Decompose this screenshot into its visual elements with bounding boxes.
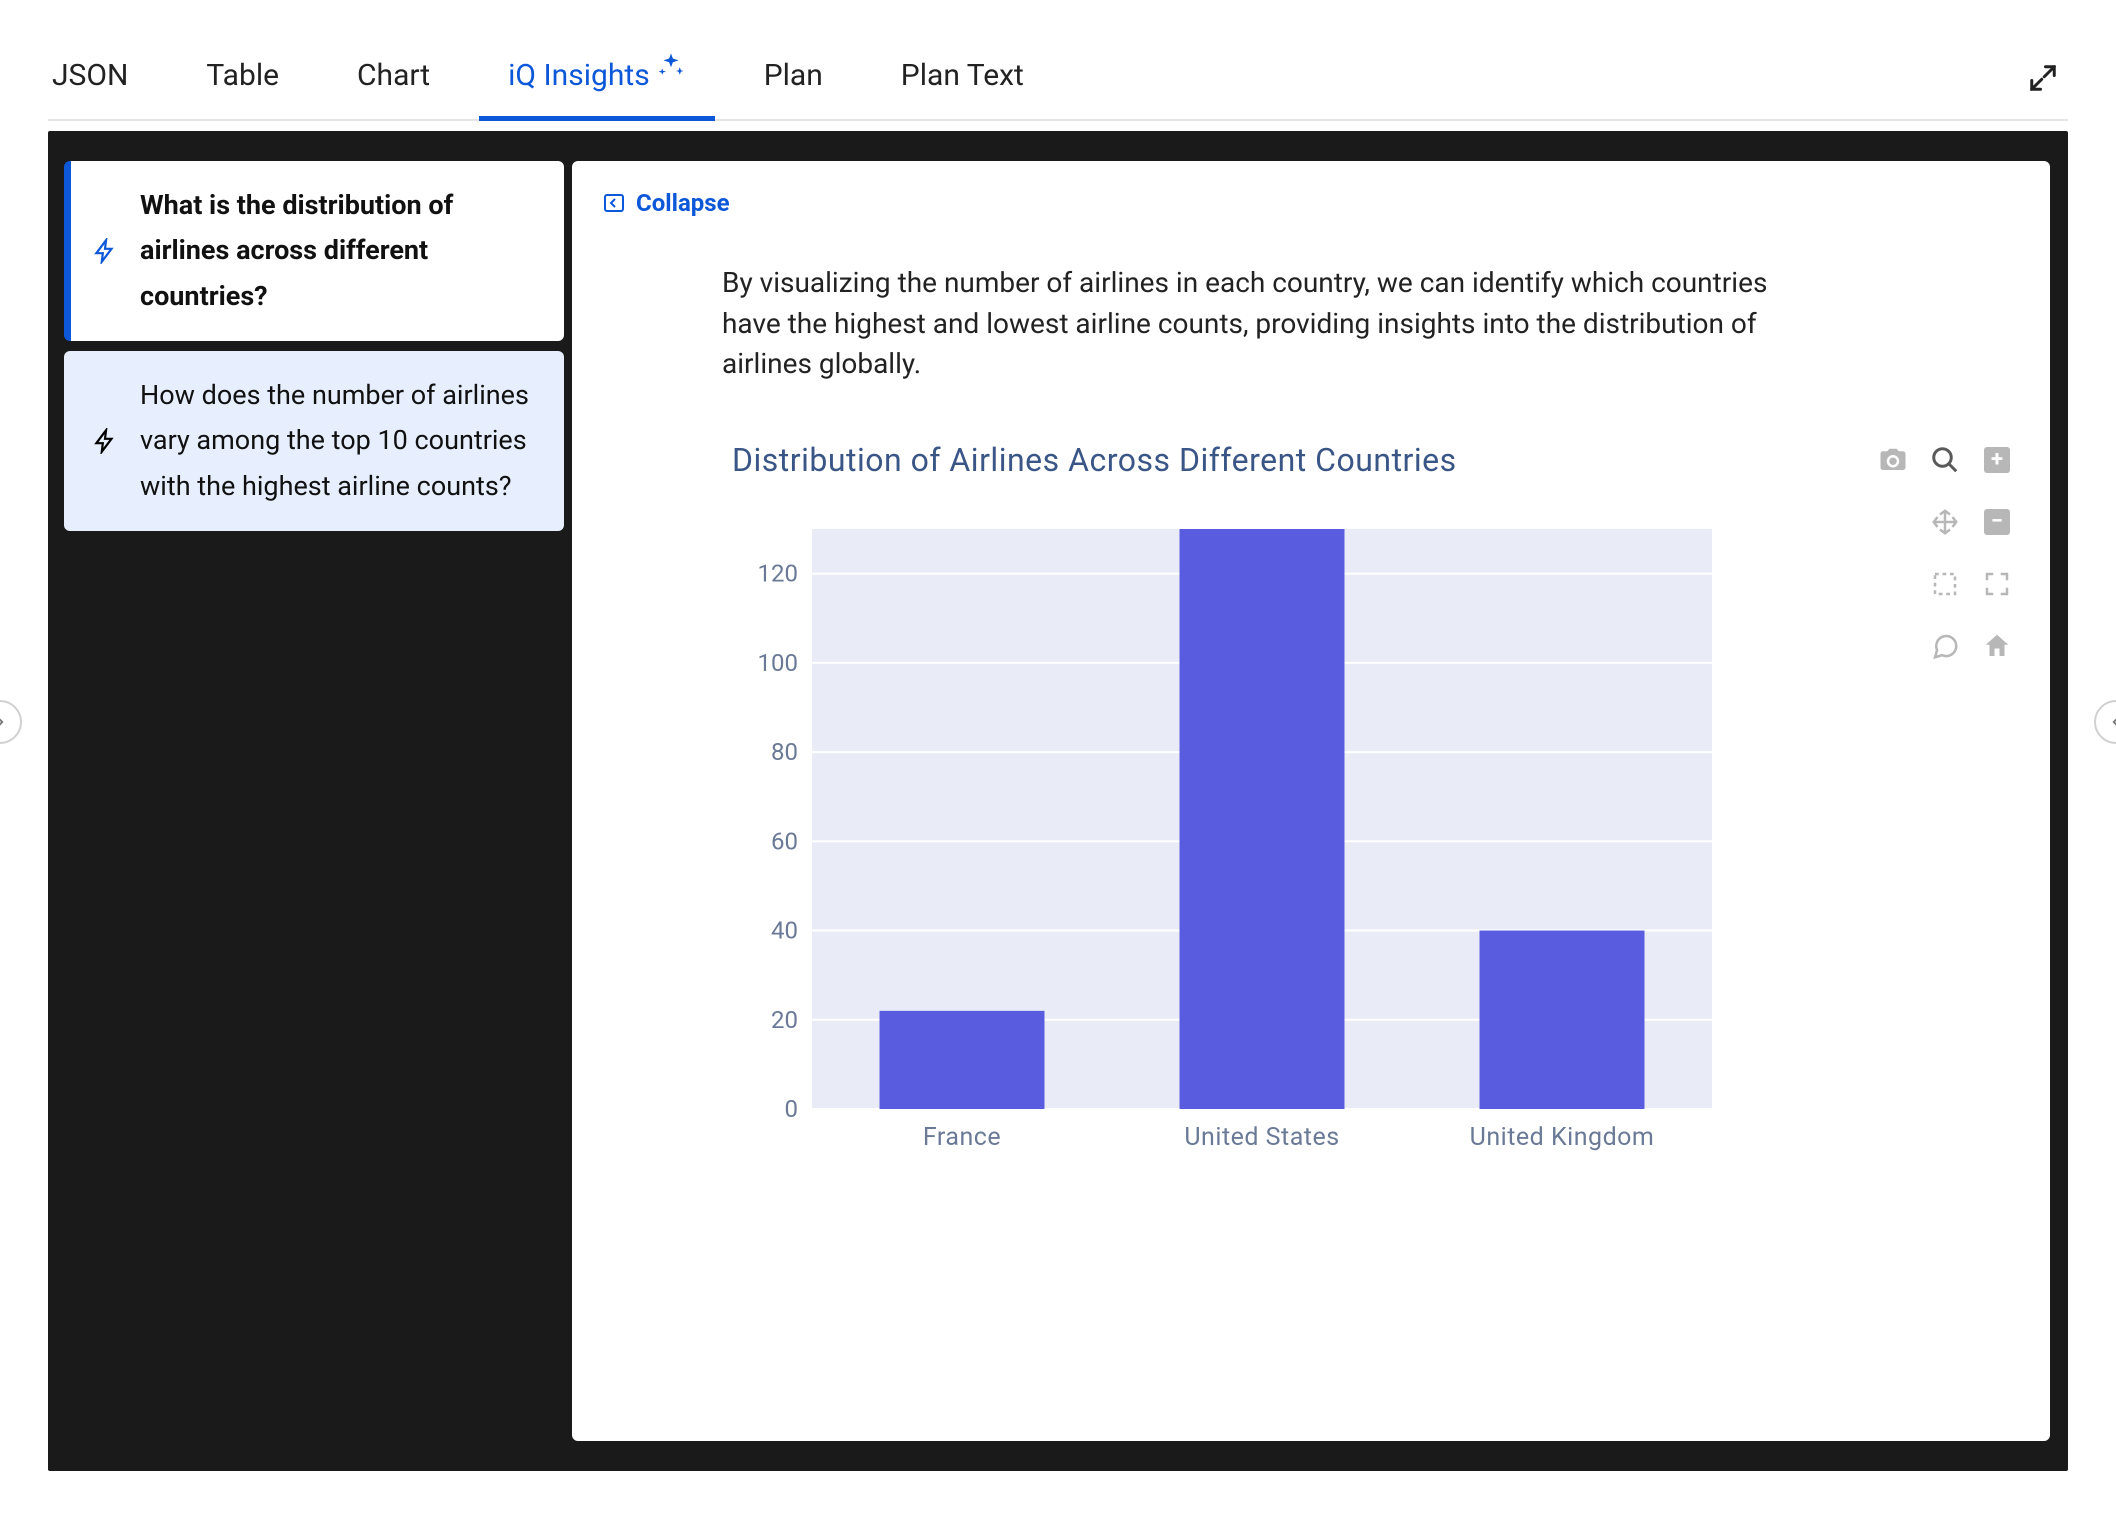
- expand-button[interactable]: [2028, 63, 2068, 97]
- svg-text:40: 40: [771, 916, 798, 944]
- tool-chat-icon[interactable]: [1926, 627, 1964, 665]
- bolt-icon: [92, 428, 118, 454]
- tab-iq-insights[interactable]: iQ Insights: [504, 40, 690, 119]
- svg-text:France: France: [923, 1123, 1001, 1152]
- tool-pan-icon[interactable]: [1926, 503, 1964, 541]
- chart-toolbar: + −: [1874, 441, 2016, 665]
- tool-select-icon[interactable]: [1926, 565, 1964, 603]
- tab-label: Chart: [357, 58, 430, 93]
- tool-plus-icon[interactable]: +: [1978, 441, 2016, 479]
- svg-text:80: 80: [771, 738, 798, 766]
- bar-chart-svg: 0 20 40 60 80 100 120 France United States United…: [732, 519, 1732, 1169]
- svg-text:United States: United States: [1184, 1123, 1339, 1152]
- question-text: How does the number of airlines vary amo…: [140, 373, 536, 509]
- tool-fullscreen-icon[interactable]: [1978, 565, 2016, 603]
- chart-area: Distribution of Airlines Across Differen…: [672, 441, 2020, 1173]
- insight-description: By visualizing the number of airlines in…: [722, 263, 1832, 385]
- svg-text:60: 60: [771, 827, 798, 855]
- tool-home-icon[interactable]: [1978, 627, 2016, 665]
- tool-camera-icon[interactable]: [1874, 441, 1912, 479]
- tab-table[interactable]: Table: [202, 40, 283, 119]
- question-list: What is the distribution of airlines acr…: [64, 161, 564, 1441]
- svg-text:0: 0: [785, 1095, 799, 1123]
- tab-bar: JSON Table Chart iQ Insights Plan Plan T…: [48, 0, 2068, 121]
- tab-json[interactable]: JSON: [48, 40, 132, 119]
- question-text: What is the distribution of airlines acr…: [140, 183, 536, 319]
- tab-label: Plan: [764, 58, 823, 93]
- bolt-icon: [92, 238, 118, 264]
- sparkles-icon: [656, 51, 686, 81]
- tab-label: Plan Text: [901, 58, 1024, 93]
- tab-label: Table: [206, 58, 279, 93]
- svg-text:120: 120: [758, 559, 798, 587]
- tab-plan-text[interactable]: Plan Text: [897, 40, 1028, 119]
- svg-text:20: 20: [771, 1006, 798, 1034]
- tab-label: JSON: [52, 58, 128, 93]
- tab-chart[interactable]: Chart: [353, 40, 434, 119]
- tab-plan[interactable]: Plan: [760, 40, 827, 119]
- tool-zoom-icon[interactable]: [1926, 441, 1964, 479]
- collapse-label: Collapse: [636, 189, 730, 217]
- collapse-button[interactable]: Collapse: [602, 189, 2020, 217]
- chart-title: Distribution of Airlines Across Differen…: [732, 441, 2020, 479]
- tab-label: iQ Insights: [508, 58, 650, 93]
- chart-plot: 0 20 40 60 80 100 120 France United States United…: [732, 519, 2020, 1173]
- svg-text:United Kingdom: United Kingdom: [1470, 1123, 1655, 1152]
- tool-minus-icon[interactable]: −: [1978, 503, 2016, 541]
- question-item[interactable]: How does the number of airlines vary amo…: [64, 351, 564, 531]
- svg-text:100: 100: [758, 649, 798, 677]
- question-item[interactable]: What is the distribution of airlines acr…: [64, 161, 564, 341]
- insight-content: Collapse By visualizing the number of ai…: [572, 161, 2050, 1441]
- insights-panel: What is the distribution of airlines acr…: [48, 131, 2068, 1471]
